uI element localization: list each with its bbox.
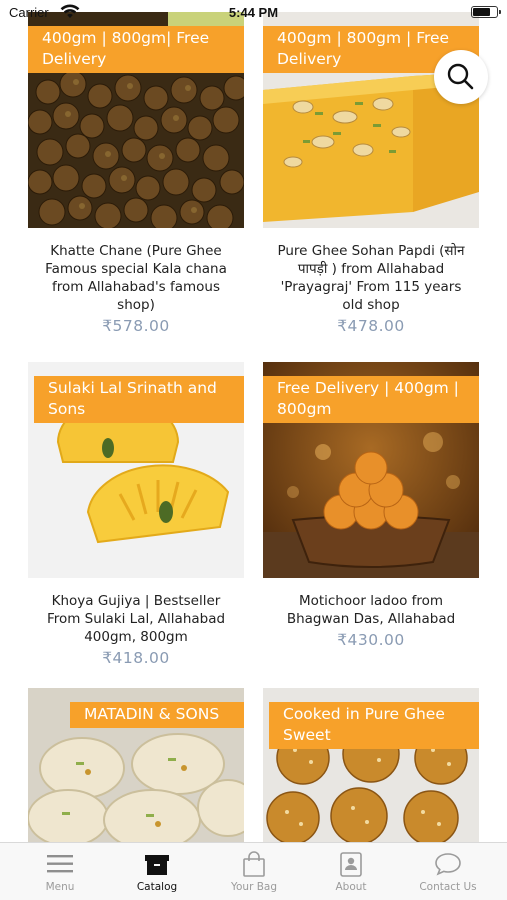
catalog-icon [145, 855, 169, 875]
product-badge: Sulaki Lal Srinath and Sons [34, 376, 244, 423]
status-bar: Carrier 5:44 PM [0, 0, 507, 24]
product-image[interactable]: MATADIN & SONS [28, 688, 244, 842]
product-price: ₹430.00 [337, 631, 405, 649]
tab-about[interactable]: About [301, 849, 401, 893]
product-card[interactable]: MATADIN & SONS [28, 688, 244, 842]
product-title[interactable]: Motichoor ladoo from Bhagwan Das, Allaha… [263, 592, 479, 628]
search-icon [447, 63, 474, 90]
product-image[interactable]: Free Delivery | 400gm | 800gm [263, 362, 479, 578]
tab-label: Your Bag [230, 881, 278, 893]
search-button[interactable] [434, 50, 488, 104]
product-card[interactable]: 400gm | 800gm| Free Delivery Khatte Chan… [28, 12, 244, 337]
tab-label: Menu [45, 881, 75, 893]
product-image[interactable]: Sulaki Lal Srinath and Sons [28, 362, 244, 578]
product-price: ₹578.00 [102, 317, 170, 335]
bag-icon [243, 851, 265, 877]
tab-label: Catalog [136, 881, 178, 893]
product-image[interactable]: Cooked in Pure Ghee Sweet [263, 688, 479, 842]
tab-bar: Menu Catalog Your Bag About Contact Us [0, 842, 507, 900]
about-icon [340, 852, 362, 877]
tab-contact-us[interactable]: Contact Us [398, 849, 498, 893]
product-price: ₹418.00 [102, 649, 170, 667]
product-badge: Cooked in Pure Ghee Sweet [269, 702, 479, 749]
product-badge: MATADIN & SONS [70, 702, 244, 728]
product-title[interactable]: Khoya Gujiya | Bestseller From Sulaki La… [28, 592, 244, 646]
product-price: ₹478.00 [337, 317, 405, 335]
clock: 5:44 PM [228, 5, 279, 20]
menu-icon [47, 855, 73, 873]
product-grid: 400gm | 800gm| Free Delivery Khatte Chan… [0, 0, 507, 842]
tab-your-bag[interactable]: Your Bag [204, 849, 304, 893]
product-title[interactable]: Pure Ghee Sohan Papdi (सोन पापड़ी ) from… [263, 242, 479, 314]
tab-label: Contact Us [419, 881, 477, 893]
tab-label: About [335, 881, 367, 893]
product-image[interactable]: 400gm | 800gm| Free Delivery [28, 12, 244, 228]
product-image[interactable]: 400gm | 800gm | Free Delivery [263, 12, 479, 228]
battery-icon [471, 6, 501, 18]
tab-menu[interactable]: Menu [10, 849, 110, 893]
tab-catalog[interactable]: Catalog [107, 849, 207, 893]
product-card[interactable]: Sulaki Lal Srinath and Sons Khoya Gujiya… [28, 362, 244, 669]
product-card[interactable]: Free Delivery | 400gm | 800gm Motichoor … [263, 362, 479, 651]
product-badge: 400gm | 800gm| Free Delivery [28, 26, 244, 73]
chat-icon [435, 853, 461, 876]
product-title[interactable]: Khatte Chane (Pure Ghee Famous special K… [28, 242, 244, 314]
product-card[interactable]: Cooked in Pure Ghee Sweet [263, 688, 479, 842]
product-badge: Free Delivery | 400gm | 800gm [263, 376, 479, 423]
